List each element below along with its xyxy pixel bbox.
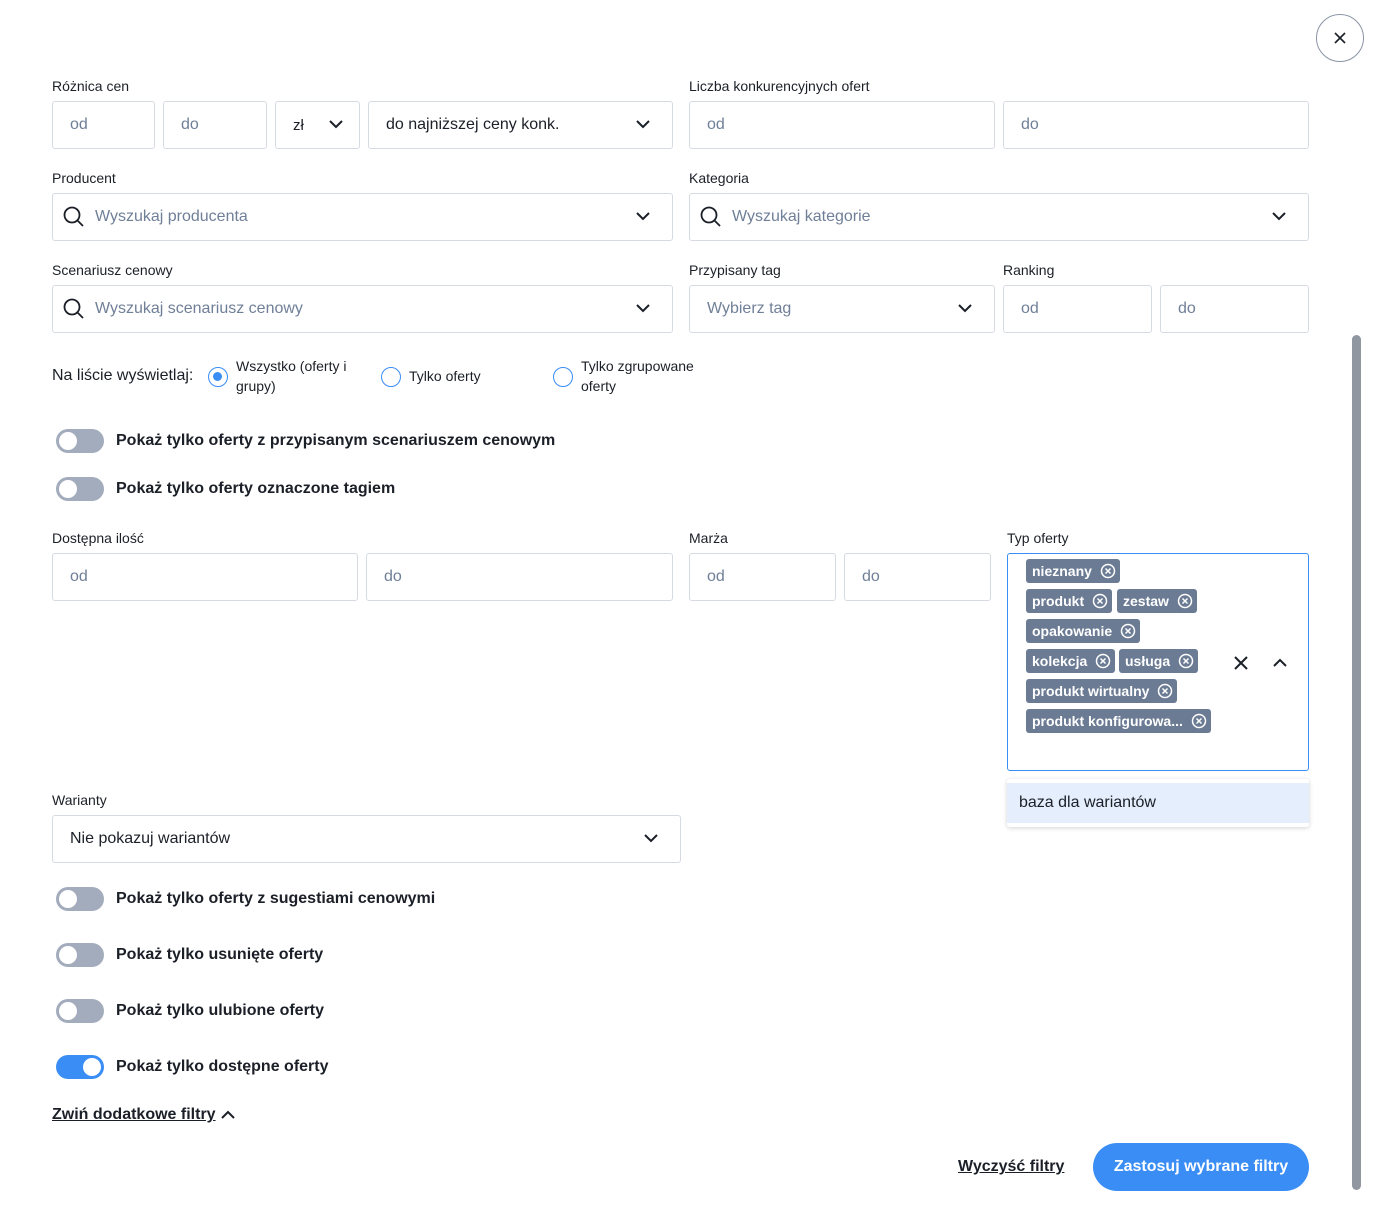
variants-label: Warianty xyxy=(52,792,107,808)
remove-chip-icon[interactable] xyxy=(1178,653,1194,669)
producer-select[interactable]: Wyszukaj producenta xyxy=(52,193,673,241)
remove-chip-icon[interactable] xyxy=(1191,713,1207,729)
chip-produkt-konfigurowalny: produkt konfigurowa... xyxy=(1026,709,1211,733)
toggle-available[interactable] xyxy=(56,1055,104,1079)
chevron-down-icon xyxy=(636,212,650,221)
chip-produkt-wirtualny: produkt wirtualny xyxy=(1026,679,1178,703)
display-mode-label: Na liście wyświetlaj: xyxy=(52,367,194,384)
toggle-price-suggestions[interactable] xyxy=(56,887,104,911)
price-scenario-label: Scenariusz cenowy xyxy=(52,262,173,278)
chevron-up-icon[interactable] xyxy=(1273,658,1287,667)
chip-opakowanie: opakowanie xyxy=(1026,619,1141,643)
toggle-with-price-scenario[interactable] xyxy=(56,429,104,453)
price-scenario-select[interactable]: Wyszukaj scenariusz cenowy xyxy=(52,285,673,333)
toggle-deleted-label: Pokaż tylko usunięte oferty xyxy=(116,946,324,963)
clear-selection-icon[interactable] xyxy=(1234,656,1248,670)
category-label: Kategoria xyxy=(689,170,749,186)
radio-grouped-only[interactable] xyxy=(553,367,573,387)
chip-kolekcja: kolekcja xyxy=(1026,649,1116,673)
quantity-from-input[interactable]: od xyxy=(52,553,358,601)
offer-type-multiselect[interactable]: nieznany produkt zestaw opakowanie kolek… xyxy=(1007,553,1309,771)
remove-chip-icon[interactable] xyxy=(1092,593,1108,609)
toggle-price-suggestions-label: Pokaż tylko oferty z sugestiami cenowymi xyxy=(116,890,436,907)
chevron-up-icon[interactable] xyxy=(221,1110,235,1119)
variants-select[interactable]: Nie pokazuj wariantów xyxy=(52,815,681,863)
ranking-from-input[interactable]: od xyxy=(1003,285,1152,333)
toggle-with-price-scenario-label: Pokaż tylko oferty z przypisanym scenari… xyxy=(116,432,556,449)
toggle-tagged-label: Pokaż tylko oferty oznaczone tagiem xyxy=(116,480,396,497)
radio-grouped-only-label: Tylko zgrupowane oferty xyxy=(581,358,694,394)
remove-chip-icon[interactable] xyxy=(1120,623,1136,639)
margin-label: Marża xyxy=(689,530,728,546)
margin-to-input[interactable]: do xyxy=(844,553,991,601)
clear-filters-link[interactable]: Wyczyść filtry xyxy=(958,1158,1064,1176)
competitor-offers-to-input[interactable]: do xyxy=(1003,101,1309,149)
toggle-available-label: Pokaż tylko dostępne oferty xyxy=(116,1058,329,1075)
toggle-favorites[interactable] xyxy=(56,999,104,1023)
remove-chip-icon[interactable] xyxy=(1157,683,1173,699)
competitor-offers-label: Liczba konkurencyjnych ofert xyxy=(689,78,870,94)
dropdown-option[interactable]: baza dla wariantów xyxy=(1007,783,1309,823)
category-select[interactable]: Wyszukaj kategorie xyxy=(689,193,1309,241)
quantity-label: Dostępna ilość xyxy=(52,530,144,546)
quantity-to-input[interactable]: do xyxy=(366,553,673,601)
remove-chip-icon[interactable] xyxy=(1100,563,1116,579)
radio-offers-only-label: Tylko oferty xyxy=(409,368,481,384)
tag-label: Przypisany tag xyxy=(689,262,781,278)
radio-all[interactable] xyxy=(208,367,228,387)
chevron-down-icon xyxy=(1272,212,1286,221)
price-diff-mode-select[interactable]: do najniższej ceny konk. xyxy=(368,101,673,149)
ranking-to-input[interactable]: do xyxy=(1160,285,1309,333)
producer-label: Producent xyxy=(52,170,116,186)
radio-offers-only[interactable] xyxy=(381,367,401,387)
remove-chip-icon[interactable] xyxy=(1177,593,1193,609)
remove-chip-icon[interactable] xyxy=(1095,653,1111,669)
tag-select[interactable]: Wybierz tag xyxy=(689,285,995,333)
scrollbar[interactable] xyxy=(1352,335,1361,1190)
apply-filters-button[interactable]: Zastosuj wybrane filtry xyxy=(1093,1143,1309,1191)
search-icon xyxy=(700,206,721,227)
toggle-tagged[interactable] xyxy=(56,477,104,501)
competitor-offers-from-input[interactable]: od xyxy=(689,101,995,149)
collapse-filters-link[interactable]: Zwiń dodatkowe filtry xyxy=(52,1106,216,1124)
chevron-down-icon xyxy=(958,304,972,313)
currency-select[interactable]: zł xyxy=(275,101,360,149)
chip-nieznany: nieznany xyxy=(1026,559,1120,583)
chip-produkt: produkt xyxy=(1026,589,1113,613)
margin-from-input[interactable]: od xyxy=(689,553,836,601)
price-diff-to-input[interactable]: do xyxy=(163,101,267,149)
price-diff-from-input[interactable]: od xyxy=(52,101,155,149)
chevron-down-icon xyxy=(636,304,650,313)
chip-usluga: usługa xyxy=(1119,649,1199,673)
chevron-down-icon xyxy=(329,120,343,129)
offer-type-dropdown: baza dla wariantów xyxy=(1007,779,1309,827)
offer-type-label: Typ oferty xyxy=(1007,530,1069,546)
toggle-deleted[interactable] xyxy=(56,943,104,967)
chip-zestaw: zestaw xyxy=(1117,589,1197,613)
close-icon xyxy=(1334,32,1346,44)
ranking-label: Ranking xyxy=(1003,262,1055,278)
chevron-down-icon xyxy=(636,120,650,129)
search-icon xyxy=(63,298,84,319)
chevron-down-icon xyxy=(644,834,658,843)
close-button[interactable] xyxy=(1316,14,1364,62)
radio-all-label: Wszystko (oferty i grupy) xyxy=(236,358,347,394)
toggle-favorites-label: Pokaż tylko ulubione oferty xyxy=(116,1002,325,1019)
search-icon xyxy=(63,206,84,227)
price-diff-label: Różnica cen xyxy=(52,78,130,94)
